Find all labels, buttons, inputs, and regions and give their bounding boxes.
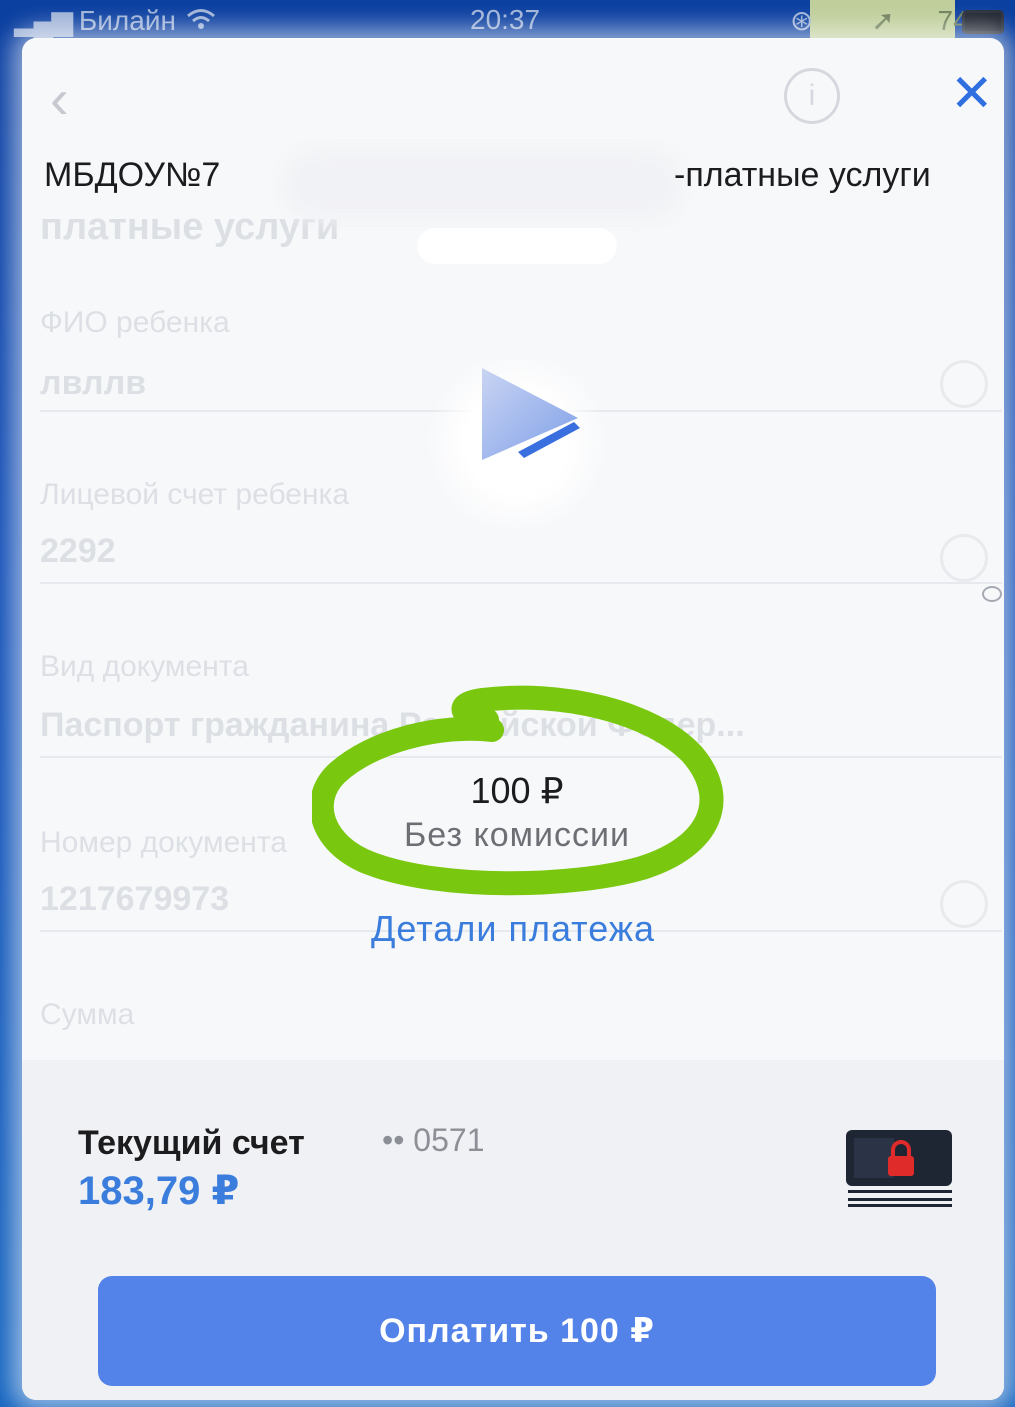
amount-summary: 100 ₽ Без комиссии xyxy=(312,678,732,908)
field-label: ФИО ребенка xyxy=(40,306,230,339)
status-bar: ▂▄▆Билайн 20:37 ⊛ ➚ 74 % xyxy=(0,0,1015,46)
divider xyxy=(40,582,1002,584)
field-value: 2292 xyxy=(40,532,116,570)
account-balance: 183,79 ₽ xyxy=(78,1169,240,1213)
redacted-area xyxy=(417,228,617,264)
battery-icon xyxy=(962,10,1004,34)
field-label: Вид документа xyxy=(40,650,249,683)
pay-button[interactable]: Оплатить 100 ₽ xyxy=(98,1276,936,1386)
signal-icon: ▂▄▆ xyxy=(14,5,73,36)
field-label: Сумма xyxy=(40,998,135,1031)
payment-sheet: платные услуги ФИО ребенка лвллв Лицевой… xyxy=(22,38,1004,1400)
info-icon[interactable]: i xyxy=(784,68,840,124)
chevron-left-icon[interactable]: ‹ xyxy=(50,66,69,131)
location-arrow-icon: ➚ xyxy=(871,5,895,36)
play-logo-icon xyxy=(482,368,580,460)
scroll-indicator xyxy=(982,586,1002,602)
info-icon xyxy=(940,534,988,582)
account-number-mask: •• 0571 xyxy=(382,1122,485,1158)
carrier-name: Билайн xyxy=(78,5,176,36)
payment-amount: 100 ₽ xyxy=(470,770,564,811)
wifi-icon xyxy=(186,5,216,37)
field-value: лвллв xyxy=(40,364,147,402)
clock: 20:37 xyxy=(470,4,541,35)
account-panel: Текущий счет •• 0571 183,79 ₽ Оплатить 1… xyxy=(22,1060,1004,1400)
field-label: Лицевой счет ребенка xyxy=(40,478,350,511)
page-title-suffix: -платные услуги xyxy=(674,156,931,194)
field-label: Номер документа xyxy=(40,826,287,859)
orientation-lock-icon: ⊛ xyxy=(790,5,814,36)
page-title: МБДОУ№7 xyxy=(44,156,221,194)
payment-details-link[interactable]: Детали платежа xyxy=(22,908,1004,950)
commission-label: Без комиссии xyxy=(403,816,631,854)
account-name[interactable]: Текущий счет xyxy=(78,1124,305,1163)
info-icon xyxy=(940,360,988,408)
carrier: ▂▄▆ Билайн xyxy=(14,4,216,37)
close-icon[interactable]: ✕ xyxy=(950,64,994,124)
redacted-area xyxy=(282,150,682,220)
locked-card-icon[interactable] xyxy=(844,1128,956,1208)
